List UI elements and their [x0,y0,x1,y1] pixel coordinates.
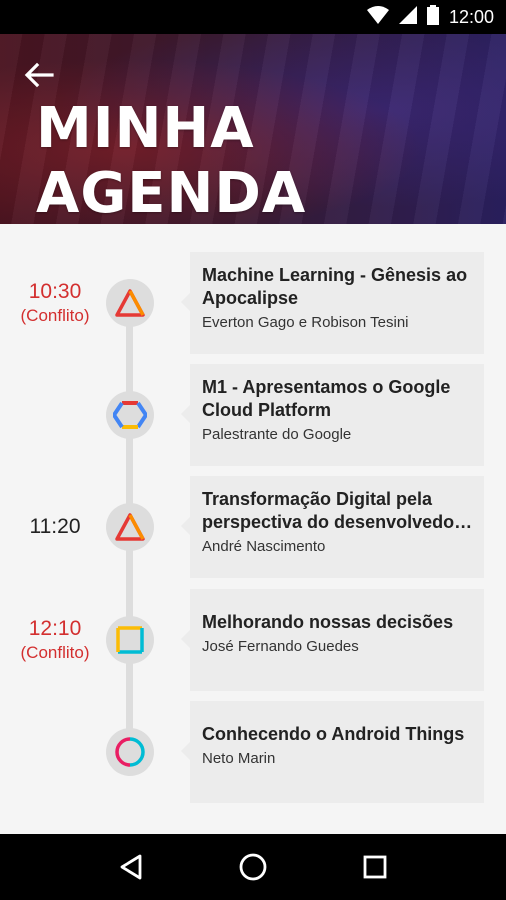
time-slot: 12:10 (Conflito) [0,589,110,691]
agenda-item: Conhecendo o Android Things Neto Marin [0,701,506,803]
conflict-label: (Conflito) [20,643,90,662]
session-speaker: Palestrante do Google [202,426,352,443]
session-time: 12:10 [28,617,82,640]
session-speaker: Neto Marin [202,750,276,767]
session-title-line2: perspectiva do desenvolvedo… [202,512,473,532]
time-slot: 11:20 [0,476,110,578]
session-title-line1: Transformação Digital pela [202,489,433,509]
status-bar: 12:00 [0,0,506,34]
arrow-left-icon [24,62,54,88]
session-speaker: Everton Gago e Robison Tesini [202,314,409,331]
wifi-icon [366,5,389,29]
agenda-item: M1 - Apresentamos o Google Cloud Platfor… [0,364,506,466]
status-time: 12:00 [448,6,494,27]
recents-nav-button[interactable] [355,847,395,887]
back-button[interactable] [22,60,56,90]
session-title: Machine Learning - Gênesis ao Apocalipse [202,265,468,308]
session-title: M1 - Apresentamos o Google Cloud Platfor… [202,377,451,420]
recents-square-icon [363,855,387,879]
home-circle-icon [239,853,267,881]
session-card[interactable]: Conhecendo o Android Things Neto Marin [181,701,484,803]
session-card[interactable]: M1 - Apresentamos o Google Cloud Platfor… [181,364,484,466]
back-nav-button[interactable] [111,847,151,887]
session-card[interactable]: Melhorando nossas decisões José Fernando… [181,589,484,691]
time-slot: 10:30 (Conflito) [0,252,110,354]
circle-icon [106,728,154,776]
agenda-timeline[interactable]: 10:30 (Conflito) Machine Learning - Gêne… [0,224,506,834]
back-triangle-icon [120,854,142,880]
session-card[interactable]: Machine Learning - Gênesis ao Apocalipse… [181,252,484,354]
agenda-item: 10:30 (Conflito) Machine Learning - Gêne… [0,252,506,354]
session-time: 10:30 [28,280,82,303]
header-banner: MINHA AGENDA [0,34,506,224]
agenda-item: 12:10 (Conflito) Melhorando nossas decis… [0,589,506,691]
session-time: 11:20 [29,515,81,538]
session-card[interactable]: Transformação Digital pela perspectiva d… [181,476,484,578]
time-slot [0,364,110,466]
conflict-label: (Conflito) [20,306,90,325]
square-icon [106,616,154,664]
session-title: Melhorando nossas decisões [202,612,454,632]
session-title: Conhecendo o Android Things [202,724,465,744]
session-speaker: José Fernando Guedes [202,638,359,655]
session-speaker: André Nascimento [202,538,326,555]
agenda-item: 11:20 Transformação Digital pela perspec… [0,476,506,578]
page-title: MINHA AGENDA [36,96,307,224]
hexagon-icon [106,391,154,439]
system-nav-bar [0,834,506,900]
time-slot [0,701,110,803]
signal-icon [398,5,417,29]
battery-icon [426,4,439,30]
triangle-icon [106,503,154,551]
home-nav-button[interactable] [233,847,273,887]
triangle-icon [106,279,154,327]
